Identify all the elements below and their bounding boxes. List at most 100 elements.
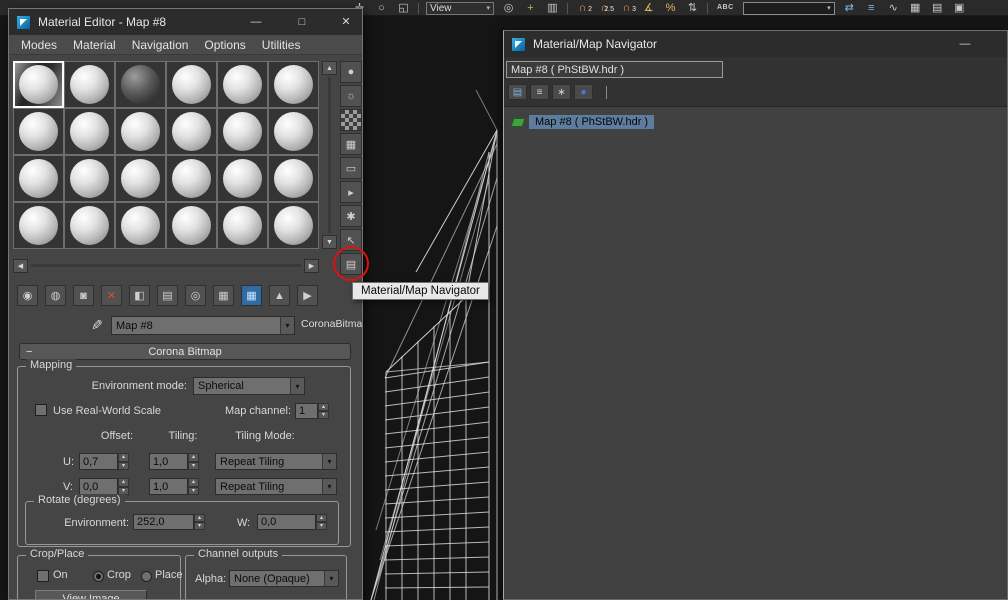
sample-slot[interactable] <box>64 202 115 249</box>
material-id-channel-icon[interactable]: ◎ <box>185 285 206 306</box>
sample-slot[interactable] <box>13 202 64 249</box>
pick-material-eyedropper-icon[interactable]: ✎ <box>87 315 107 335</box>
assign-material-to-selection-icon[interactable]: ◙ <box>73 285 94 306</box>
chevron-down-icon[interactable]: ▾ <box>290 378 304 394</box>
options-icon[interactable]: ✱ <box>340 205 362 227</box>
v-tiling-mode-dropdown[interactable]: Repeat Tiling ▾ <box>215 478 337 495</box>
v-tiling-spinner[interactable]: 1,0 ▴ ▾ <box>149 478 199 495</box>
menu-modes[interactable]: Modes <box>21 38 57 52</box>
view-list-icon[interactable]: ▤ <box>508 84 527 100</box>
sample-slot[interactable] <box>115 202 166 249</box>
backlight-icon[interactable]: ☼ <box>340 85 362 107</box>
close-button[interactable]: ✕ <box>335 13 357 31</box>
angle-snap-icon[interactable]: ∡ <box>641 1 656 15</box>
use-pivot-center-icon[interactable]: ◎ <box>501 1 516 15</box>
sample-slot[interactable] <box>115 61 166 108</box>
scroll-down-icon[interactable]: ▼ <box>322 235 337 249</box>
schematic-view-icon[interactable]: ▦ <box>908 1 923 15</box>
go-forward-to-sibling-icon[interactable]: ▶ <box>297 285 318 306</box>
map-type-button[interactable]: CoronaBitmap <box>301 318 362 330</box>
sample-slot[interactable] <box>115 155 166 202</box>
rollout-header[interactable]: − Corona Bitmap <box>19 343 351 360</box>
menu-material[interactable]: Material <box>73 38 116 52</box>
sample-slot[interactable] <box>115 108 166 155</box>
sample-slot[interactable] <box>268 202 319 249</box>
rotate-environment-spinner[interactable]: 252,0 ▴ ▾ <box>133 514 205 530</box>
sample-slot[interactable] <box>64 61 115 108</box>
spinner-arrows[interactable]: ▴ ▾ <box>194 514 205 530</box>
scroll-left-icon[interactable]: ◀ <box>13 259 28 273</box>
align-icon[interactable]: ≡ <box>864 1 879 15</box>
show-shaded-material-icon[interactable]: ▦ <box>241 285 262 306</box>
go-to-parent-icon[interactable]: ▲ <box>269 285 290 306</box>
menu-options[interactable]: Options <box>204 38 245 52</box>
minimize-button[interactable]: — <box>954 35 976 53</box>
sample-slot[interactable] <box>166 108 217 155</box>
mirror-icon[interactable]: ⇄ <box>842 1 857 15</box>
u-tiling-spinner[interactable]: 1,0 ▴ ▾ <box>149 453 199 470</box>
horizontal-scroll-track[interactable] <box>31 264 301 267</box>
make-material-copy-icon[interactable]: ◧ <box>129 285 150 306</box>
sample-slot[interactable] <box>13 108 64 155</box>
spinner-arrows[interactable]: ▴ ▾ <box>188 453 199 470</box>
sample-slot[interactable] <box>13 155 64 202</box>
view-list-plus-icons-icon[interactable]: ≡ <box>530 84 549 100</box>
sample-slot[interactable] <box>166 202 217 249</box>
sample-slot[interactable] <box>64 108 115 155</box>
alpha-dropdown[interactable]: None (Opaque) ▾ <box>229 570 339 587</box>
view-small-icons-icon[interactable]: ∗ <box>552 84 571 100</box>
sample-slot[interactable] <box>217 61 268 108</box>
snap-toggle-25d-icon[interactable]: ∩ 2.5 <box>597 1 614 15</box>
navigator-titlebar[interactable]: Material/Map Navigator — <box>504 31 1007 57</box>
menu-navigation[interactable]: Navigation <box>132 38 189 52</box>
crop-radio[interactable] <box>93 571 104 582</box>
chevron-down-icon[interactable]: ▾ <box>322 479 336 494</box>
spinner-arrows[interactable]: ▴ ▾ <box>118 478 129 495</box>
scroll-up-icon[interactable]: ▲ <box>322 61 337 75</box>
video-color-check-icon[interactable]: ▭ <box>340 157 362 179</box>
tree-item-map8[interactable]: Map #8 ( PhStBW.hdr ) <box>510 115 655 129</box>
u-offset-spinner[interactable]: 0,7 ▴ ▾ <box>79 453 129 470</box>
put-material-to-scene-icon[interactable]: ◍ <box>45 285 66 306</box>
sample-slot[interactable] <box>13 61 64 108</box>
reference-coordinate-dropdown[interactable]: View ▾ <box>426 1 494 15</box>
select-and-manipulate-icon[interactable]: + <box>523 1 538 15</box>
named-selection-sets-icon[interactable]: ABC <box>715 1 736 15</box>
keyboard-override-icon[interactable]: ▥ <box>545 1 560 15</box>
get-material-icon[interactable]: ◉ <box>17 285 38 306</box>
named-selection-combo[interactable]: ▾ <box>742 1 835 15</box>
view-image-button[interactable]: View Image <box>35 590 147 599</box>
snap-toggle-2d-icon[interactable]: ∩ 2 <box>575 1 592 15</box>
material-editor-titlebar[interactable]: Material Editor - Map #8 — □ ✕ <box>9 9 362 35</box>
sample-slot[interactable] <box>166 155 217 202</box>
sample-slot[interactable] <box>217 202 268 249</box>
sample-uv-tiling-icon[interactable]: ▦ <box>340 133 362 155</box>
layer-explorer-icon[interactable]: ▣ <box>952 1 967 15</box>
sample-slot[interactable] <box>166 61 217 108</box>
u-tiling-mode-dropdown[interactable]: Repeat Tiling ▾ <box>215 453 337 470</box>
put-to-library-icon[interactable]: ▤ <box>157 285 178 306</box>
collapse-icon[interactable]: − <box>26 346 32 358</box>
menu-utilities[interactable]: Utilities <box>262 38 301 52</box>
view-large-icons-icon[interactable]: ● <box>574 84 593 100</box>
sample-slot[interactable] <box>64 155 115 202</box>
select-and-rotate-icon[interactable]: ○ <box>374 1 389 15</box>
environment-mode-dropdown[interactable]: Spherical ▾ <box>193 377 305 395</box>
generate-preview-icon[interactable]: ▸ <box>340 181 362 203</box>
sample-slot[interactable] <box>217 108 268 155</box>
chevron-down-icon[interactable]: ▾ <box>280 317 294 334</box>
background-icon[interactable] <box>340 109 362 131</box>
navigator-path-field[interactable]: Map #8 ( PhStBW.hdr ) <box>506 61 723 78</box>
scroll-right-icon[interactable]: ▶ <box>304 259 319 273</box>
map-channel-spinner[interactable]: 1 ▴ ▾ <box>295 403 329 419</box>
map-name-dropdown[interactable]: Map #8 ▾ <box>111 316 295 335</box>
crop-on-checkbox[interactable] <box>37 570 49 582</box>
vertical-scroll-track[interactable] <box>328 77 331 233</box>
use-real-world-scale-checkbox[interactable] <box>35 404 47 416</box>
spinner-arrows[interactable]: ▴ ▾ <box>318 403 329 419</box>
chevron-down-icon[interactable]: ▾ <box>324 571 338 586</box>
place-radio[interactable] <box>141 571 152 582</box>
sample-slot[interactable] <box>268 108 319 155</box>
spinner-arrows[interactable]: ▴ ▾ <box>188 478 199 495</box>
v-offset-spinner[interactable]: 0,0 ▴ ▾ <box>79 478 129 495</box>
